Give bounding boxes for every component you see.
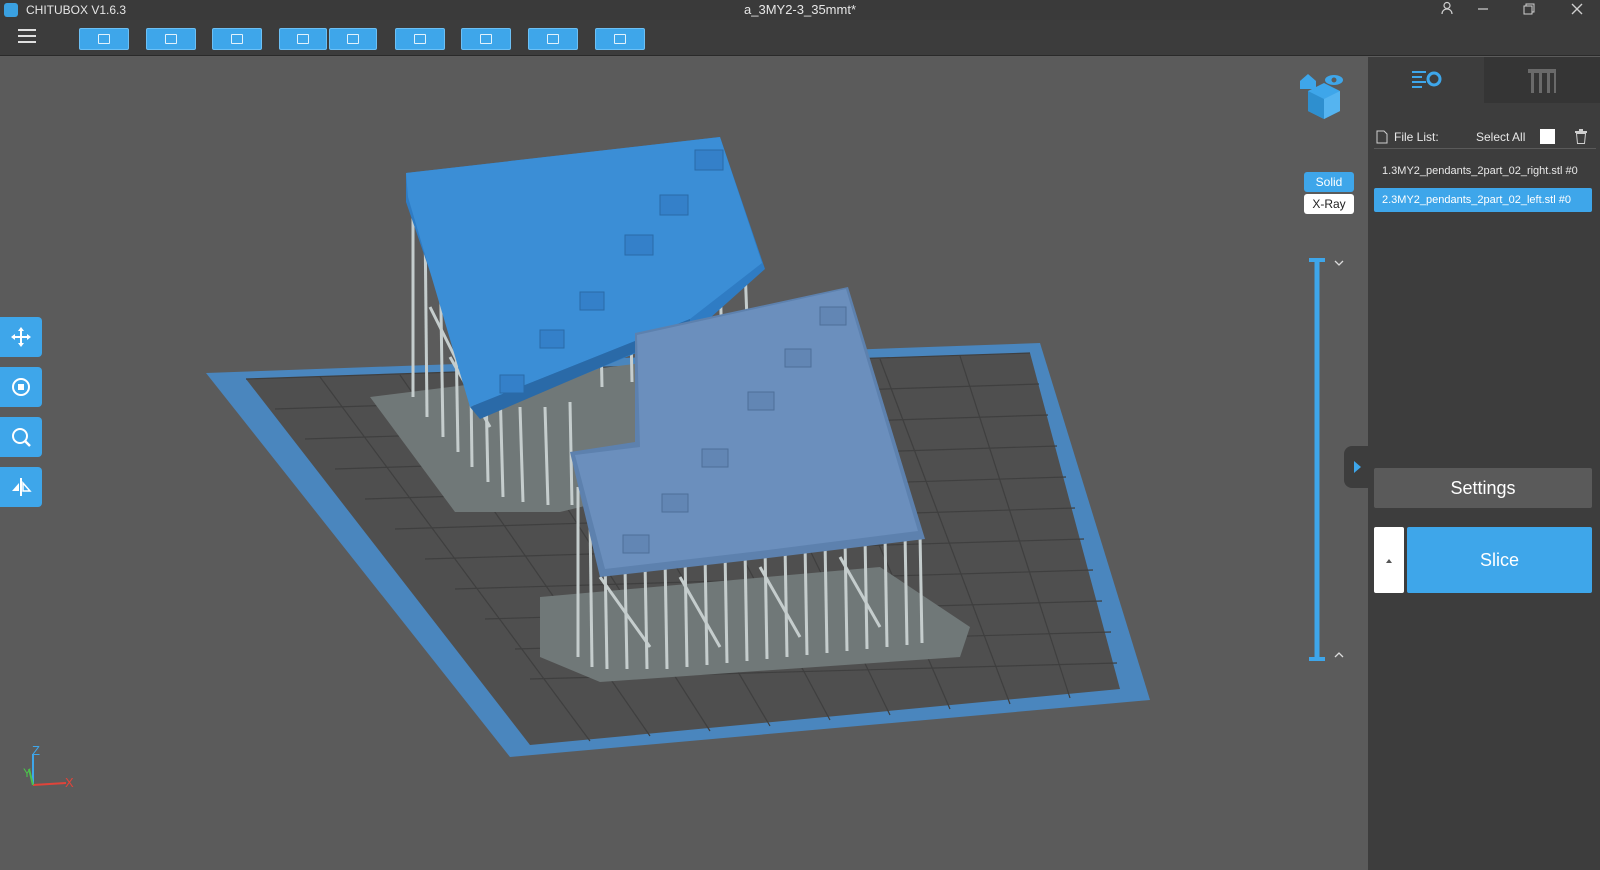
copy-button[interactable] (395, 28, 445, 50)
view-cube-icon[interactable] (1300, 74, 1343, 119)
hollow-button[interactable] (528, 28, 578, 50)
file-list-label: File List: (1394, 130, 1439, 144)
tab-supports[interactable] (1484, 57, 1600, 103)
model-settings-icon (1412, 71, 1442, 88)
minimize-button[interactable] (1468, 0, 1498, 20)
hollow-icon (547, 34, 559, 44)
axis-z-label: Z (32, 743, 40, 758)
3d-viewport[interactable]: Z Y X Solid X-Ray (0, 57, 1368, 870)
arrange-icon (480, 34, 492, 44)
close-button[interactable] (1562, 0, 1592, 20)
layer-slider[interactable] (1309, 258, 1344, 661)
redo-button[interactable] (329, 28, 377, 50)
side-panel-tabs (1368, 57, 1600, 103)
move-icon (11, 327, 31, 347)
document-title: a_3MY2-3_35mmt* (744, 2, 856, 17)
save-icon (165, 34, 177, 44)
undo-icon (297, 34, 309, 44)
open-file-button[interactable] (79, 28, 129, 50)
redo-icon (347, 34, 359, 44)
settings-button[interactable]: Settings (1374, 468, 1592, 508)
home-view-icon (1300, 74, 1316, 89)
file-list-item[interactable]: 1.3MY2_pendants_2part_02_right.stl #0 (1374, 159, 1592, 183)
slice-options-button[interactable] (1374, 527, 1404, 593)
tab-model-settings[interactable] (1368, 57, 1484, 103)
xray-mode-button[interactable]: X-Ray (1304, 194, 1354, 214)
move-tool-button[interactable] (0, 317, 42, 357)
mirror-tool-button[interactable] (0, 467, 42, 507)
chevron-down-icon (1334, 260, 1344, 266)
axis-y-label: Y (23, 766, 31, 780)
camera-icon (231, 34, 243, 44)
main-toolbar (0, 20, 1600, 56)
solid-mode-button[interactable]: Solid (1304, 172, 1354, 192)
title-bar: CHITUBOX V1.6.3 a_3MY2-3_35mmt* (0, 0, 1600, 20)
chevron-up-icon (1334, 652, 1344, 658)
arrange-button[interactable] (461, 28, 511, 50)
screenshot-button[interactable] (212, 28, 262, 50)
side-panel: File List: Select All 1.3MY2_pendants_2p… (1368, 57, 1600, 870)
drill-icon (614, 34, 626, 44)
select-all-checkbox[interactable] (1540, 129, 1555, 144)
folder-icon (98, 34, 110, 44)
play-right-icon (1354, 461, 1361, 473)
axis-indicator: Z Y X (23, 743, 74, 790)
slice-button[interactable]: Slice (1407, 527, 1592, 593)
mirror-icon (12, 478, 32, 496)
save-button[interactable] (146, 28, 196, 50)
rotate-icon (12, 378, 30, 396)
restore-button[interactable] (1514, 0, 1544, 20)
drill-button[interactable] (595, 28, 645, 50)
axis-x-label: X (65, 775, 74, 790)
trash-icon[interactable] (1574, 129, 1588, 144)
user-account-icon[interactable] (1432, 0, 1462, 20)
caret-up-icon (1386, 559, 1392, 563)
file-list-header: File List: Select All (1374, 127, 1596, 149)
rotate-tool-button[interactable] (0, 367, 42, 407)
copy-icon (414, 34, 426, 44)
panel-collapse-button[interactable] (1344, 446, 1368, 488)
scale-tool-button[interactable] (0, 417, 42, 457)
file-icon (1376, 130, 1388, 144)
supports-icon (1528, 69, 1556, 93)
scale-icon (12, 428, 31, 447)
select-all-label: Select All (1476, 130, 1526, 144)
file-list-item-selected[interactable]: 2.3MY2_pendants_2part_02_left.stl #0 (1374, 188, 1592, 212)
hamburger-menu-icon[interactable] (18, 29, 36, 45)
undo-button[interactable] (279, 28, 327, 50)
scene-canvas[interactable]: Z Y X (0, 57, 1368, 870)
